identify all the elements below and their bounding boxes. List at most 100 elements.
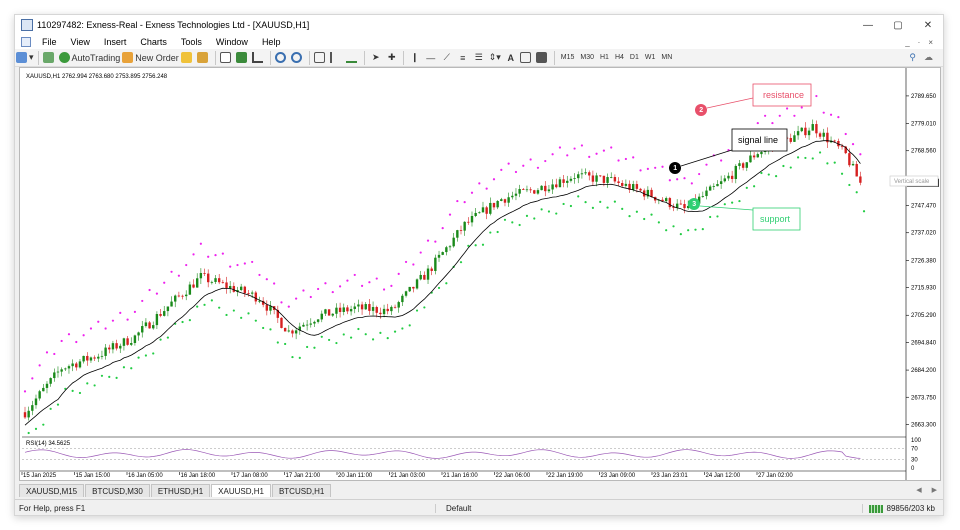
bull-candle bbox=[566, 180, 569, 183]
search-icon[interactable]: ⚲ bbox=[909, 52, 916, 63]
signals-button[interactable] bbox=[181, 51, 195, 65]
bull-candle bbox=[664, 198, 668, 202]
bear-candle bbox=[148, 322, 151, 329]
time-tick-label: 23 Jan 09:00 bbox=[601, 473, 636, 479]
timeframe-w1[interactable]: W1 bbox=[643, 51, 658, 65]
tab-ethusd-h1[interactable]: ETHUSD,H1 bbox=[150, 484, 211, 497]
bull-candle bbox=[144, 322, 148, 327]
rsi-tick-label: 30 bbox=[911, 458, 918, 464]
fibonacci-button[interactable]: ☰ bbox=[472, 51, 486, 65]
crosshair-button[interactable]: ✚ bbox=[385, 51, 399, 65]
tab-xauusd-h1[interactable]: XAUUSD,H1 bbox=[211, 484, 271, 497]
tile-windows-button[interactable] bbox=[314, 51, 328, 65]
menu-view[interactable]: View bbox=[64, 37, 97, 47]
upper-sar-dot bbox=[397, 272, 400, 275]
candlestick-icon bbox=[236, 52, 248, 63]
vertical-line-button[interactable]: ❙ bbox=[408, 51, 422, 65]
arrows-button[interactable]: ⇕▾ bbox=[488, 51, 502, 65]
bull-candle bbox=[166, 306, 170, 312]
market-button[interactable] bbox=[197, 51, 211, 65]
upper-sar-dot bbox=[126, 318, 129, 321]
tab-btcusd-h1[interactable]: BTCUSD,H1 bbox=[271, 484, 332, 497]
scroll-left-icon[interactable]: ◀ bbox=[916, 486, 921, 494]
timeframe-h1[interactable]: H1 bbox=[598, 51, 611, 65]
bear-candle bbox=[225, 282, 228, 289]
bull-candle bbox=[67, 366, 71, 369]
line-chart-button[interactable] bbox=[252, 51, 266, 65]
bear-candle bbox=[115, 343, 118, 349]
bull-candle bbox=[441, 252, 444, 255]
upper-sar-dot bbox=[470, 191, 474, 194]
menu-charts[interactable]: Charts bbox=[133, 37, 174, 47]
scroll-right-icon[interactable]: ▶ bbox=[932, 486, 937, 494]
bull-candle bbox=[188, 284, 192, 295]
bull-candle bbox=[610, 176, 613, 178]
bull-candle bbox=[448, 246, 452, 248]
timeframe-m15[interactable]: M15 bbox=[559, 51, 577, 65]
lower-sar-dot bbox=[181, 320, 184, 324]
tab-btcusd-m30[interactable]: BTCUSD,M30 bbox=[85, 484, 150, 497]
upper-sar-dot bbox=[639, 169, 642, 172]
bear-candle bbox=[368, 304, 371, 311]
menu-insert[interactable]: Insert bbox=[97, 37, 134, 47]
child-close-button[interactable]: × bbox=[928, 38, 933, 47]
signal-label: signal line bbox=[738, 135, 778, 145]
bull-candle bbox=[357, 304, 360, 307]
time-tick-label: 15 Jan 2025 bbox=[23, 473, 57, 479]
bull-candle bbox=[760, 151, 763, 155]
trendline-button[interactable]: ⟋ bbox=[440, 51, 454, 65]
status-connection[interactable]: 89856/203 kb bbox=[861, 504, 944, 513]
cursor-button[interactable]: ➤ bbox=[369, 51, 383, 65]
chart-window[interactable]: 2789.6502779.0102768.5602757.9202747.470… bbox=[19, 67, 941, 481]
upper-sar-dot bbox=[595, 152, 598, 155]
candlestick-button[interactable] bbox=[236, 51, 250, 65]
new-order-button[interactable]: New Order bbox=[122, 51, 179, 65]
timeframe-m30[interactable]: M30 bbox=[578, 51, 596, 65]
minimize-button[interactable]: — bbox=[853, 15, 883, 35]
child-restore-button[interactable]: · bbox=[918, 38, 921, 47]
channel-button[interactable]: ≡ bbox=[456, 51, 470, 65]
bear-candle bbox=[379, 312, 382, 315]
text-label-button[interactable] bbox=[520, 51, 534, 65]
close-button[interactable]: ✕ bbox=[913, 15, 943, 35]
zoom-out-button[interactable] bbox=[291, 51, 305, 65]
autotrading-button[interactable]: AutoTrading bbox=[58, 51, 120, 65]
lower-sar-dot bbox=[584, 201, 587, 204]
upper-sar-dot bbox=[456, 199, 459, 203]
chart-shift-button[interactable] bbox=[330, 51, 344, 65]
timeframe-h4[interactable]: H4 bbox=[613, 51, 626, 65]
menu-tools[interactable]: Tools bbox=[174, 37, 209, 47]
upper-sar-dot bbox=[360, 284, 364, 287]
bull-candle bbox=[371, 307, 375, 311]
text-button[interactable]: A bbox=[504, 51, 518, 65]
upper-sar-dot bbox=[859, 153, 862, 156]
menu-file[interactable]: File bbox=[35, 37, 64, 47]
upper-sar-dot bbox=[529, 158, 532, 161]
timeframe-d1[interactable]: D1 bbox=[628, 51, 641, 65]
time-tick-label: 22 Jan 06:00 bbox=[496, 473, 531, 479]
tab-xauusd-m15[interactable]: XAUUSD,M15 bbox=[19, 484, 85, 497]
price-chart[interactable]: 2789.6502779.0102768.5602757.9202747.470… bbox=[20, 68, 940, 480]
price-tick-label: 2684.200 bbox=[911, 368, 937, 374]
bar-chart-button[interactable] bbox=[220, 51, 234, 65]
lower-sar-dot bbox=[643, 217, 646, 221]
toolbar: ▾ AutoTrading New Order ➤ ✚ ❙ — ⟋ ≡ ☰ ⇕▾… bbox=[15, 49, 943, 67]
horizontal-line-button[interactable]: — bbox=[424, 51, 438, 65]
chat-icon[interactable]: ☁ bbox=[924, 52, 933, 63]
periods-button[interactable] bbox=[536, 51, 550, 65]
metaeditor-button[interactable] bbox=[43, 51, 57, 65]
maximize-button[interactable]: ▢ bbox=[883, 15, 913, 35]
status-profile[interactable]: Default bbox=[435, 504, 835, 513]
zoom-in-button[interactable] bbox=[275, 51, 289, 65]
bear-candle bbox=[492, 202, 496, 208]
lower-sar-dot bbox=[437, 286, 441, 290]
chart-tabs: XAUUSD,M15 BTCUSD,M30 ETHUSD,H1 XAUUSD,H… bbox=[15, 483, 943, 497]
menu-window[interactable]: Window bbox=[209, 37, 255, 47]
timeframe-mn[interactable]: MN bbox=[659, 51, 674, 65]
bull-candle bbox=[199, 273, 203, 279]
new-chart-button[interactable]: ▾ bbox=[16, 51, 34, 65]
lower-sar-dot bbox=[767, 173, 770, 176]
menu-help[interactable]: Help bbox=[255, 37, 288, 47]
child-minimize-button[interactable]: _ bbox=[905, 38, 909, 47]
auto-scroll-button[interactable] bbox=[346, 51, 360, 65]
